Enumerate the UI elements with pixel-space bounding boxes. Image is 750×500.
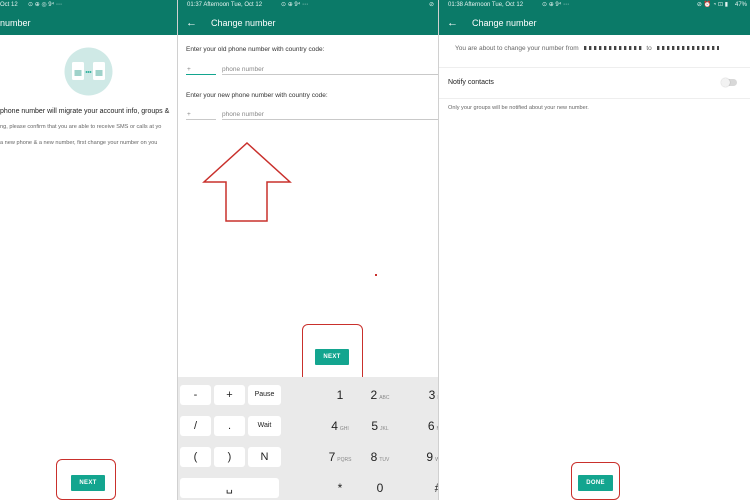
panel-enter-numbers: 01:37 Afternoon Tue, Oct 12 ⊙ ⊕ 9⁴ ⋯ ⊘ ←… bbox=[177, 0, 438, 500]
keypad-digit[interactable]: 8 TUV bbox=[362, 447, 398, 467]
up-arrow-annotation bbox=[202, 141, 292, 222]
back-arrow-icon[interactable]: ← bbox=[447, 11, 458, 35]
status-system-icons: ⊘ ⏰ ◔ ⊡ ▮ bbox=[696, 2, 728, 8]
toggle-knob bbox=[721, 78, 730, 87]
about-text-1: You are about to change your number from bbox=[455, 45, 579, 52]
app-bar: number bbox=[0, 11, 177, 35]
next-button[interactable]: NEXT bbox=[71, 475, 105, 491]
panel-divider bbox=[177, 0, 178, 500]
next-button[interactable]: NEXT bbox=[315, 349, 349, 365]
divider bbox=[438, 67, 750, 68]
keypad-key[interactable]: ( bbox=[180, 447, 211, 467]
keypad-digit[interactable]: * bbox=[322, 478, 358, 498]
keypad-key[interactable]: / bbox=[180, 416, 211, 436]
divider bbox=[438, 98, 750, 99]
page-title: number bbox=[0, 18, 31, 28]
keypad-key[interactable]: Pause bbox=[248, 385, 281, 405]
groups-note: Only your groups will be notified about … bbox=[448, 105, 589, 111]
new-number-redacted bbox=[656, 46, 719, 51]
old-country-code-field[interactable]: + bbox=[186, 65, 216, 75]
panel-divider bbox=[438, 0, 439, 500]
sim-swap-icon bbox=[64, 47, 113, 96]
status-time: 01:37 Afternoon Tue, Oct 12 bbox=[187, 2, 263, 8]
old-phone-field[interactable]: phone number bbox=[222, 65, 438, 75]
keypad-digit[interactable]: 2 ABC bbox=[362, 385, 398, 405]
keypad-digit[interactable]: 0 bbox=[362, 478, 398, 498]
status-bar: Oct 12 ⊙ ⊕ ◎ 9⁴ ⋯ bbox=[0, 0, 177, 11]
new-number-label: Enter your new phone number with country… bbox=[186, 92, 328, 99]
app-bar: ← Change number bbox=[438, 11, 750, 35]
old-phone-placeholder: phone number bbox=[222, 66, 264, 73]
keypad-key[interactable]: . bbox=[214, 416, 245, 436]
battery-level: 47% bbox=[734, 2, 747, 8]
keypad-digit[interactable]: 4 GHI bbox=[322, 416, 358, 436]
notify-contacts-toggle[interactable] bbox=[720, 77, 740, 89]
status-right-icon: ⊘ bbox=[428, 2, 434, 8]
status-icons: ⊙ ⊕ ◎ 9⁴ ⋯ bbox=[28, 2, 62, 8]
status-time: 01:38 Afternoon Tue, Oct 12 bbox=[448, 2, 524, 8]
done-button[interactable]: DONE bbox=[578, 475, 613, 491]
intro-text-3: a new phone & a new number, first change… bbox=[0, 140, 158, 146]
keypad-digit[interactable]: # bbox=[420, 478, 438, 498]
keypad-digit[interactable]: 1 bbox=[322, 385, 358, 405]
status-time: Oct 12 bbox=[0, 2, 18, 8]
numeric-keyboard: -+Pause /.Wait ()N ␣ 12ABC 3DEF 4GHI5JKL 6MNO 7P… bbox=[177, 377, 438, 500]
keypad-key[interactable]: ) bbox=[214, 447, 245, 467]
keypad-key[interactable]: - bbox=[180, 385, 211, 405]
panel-confirm: 01:38 Afternoon Tue, Oct 12 ⊙ ⊕ 9⁴ ⋯ ⊘ ⏰… bbox=[438, 0, 750, 500]
app-bar: ← Change number bbox=[177, 11, 438, 35]
country-prefix: + bbox=[187, 66, 191, 73]
keypad-digit[interactable]: 3DEF bbox=[420, 385, 438, 405]
old-number-label: Enter your old phone number with country… bbox=[186, 46, 325, 53]
intro-text-1: phone number will migrate your account i… bbox=[0, 108, 170, 115]
new-phone-field[interactable]: phone number bbox=[222, 110, 438, 120]
keypad-key[interactable]: N bbox=[248, 447, 281, 467]
new-phone-placeholder: phone number bbox=[222, 111, 264, 118]
keypad-key[interactable]: ␣ bbox=[180, 478, 279, 498]
keypad-digit[interactable]: 5 JKL bbox=[362, 416, 398, 436]
status-bar: 01:37 Afternoon Tue, Oct 12 ⊙ ⊕ 9⁴ ⋯ ⊘ bbox=[177, 0, 438, 11]
keypad-digit[interactable]: 9WXYZ bbox=[420, 447, 438, 467]
panel-intro: Oct 12 ⊙ ⊕ ◎ 9⁴ ⋯ number phone number wi… bbox=[0, 0, 177, 500]
status-icons: ⊙ ⊕ 9⁴ ⋯ bbox=[281, 2, 308, 8]
intro-text-2: ng, please confirm that you are able to … bbox=[0, 124, 162, 130]
keypad-digit[interactable]: 6MNO bbox=[420, 416, 438, 436]
status-bar: 01:38 Afternoon Tue, Oct 12 ⊙ ⊕ 9⁴ ⋯ ⊘ ⏰… bbox=[438, 0, 750, 11]
old-number-redacted bbox=[583, 46, 642, 51]
about-text-2: to bbox=[646, 45, 652, 52]
keypad-digit[interactable]: 7 PQRS bbox=[322, 447, 358, 467]
page-title: Change number bbox=[472, 18, 537, 28]
status-icons: ⊙ ⊕ 9⁴ ⋯ bbox=[542, 2, 569, 8]
keypad-key[interactable]: + bbox=[214, 385, 245, 405]
page-title: Change number bbox=[211, 18, 276, 28]
back-arrow-icon[interactable]: ← bbox=[186, 11, 197, 35]
new-country-code-field[interactable]: + bbox=[186, 110, 216, 120]
red-dot-mark bbox=[375, 274, 377, 276]
screenshot-collage: Oct 12 ⊙ ⊕ ◎ 9⁴ ⋯ number phone number wi… bbox=[0, 0, 750, 500]
number-change-summary: You are about to change your number from… bbox=[455, 45, 719, 52]
notify-contacts-label: Notify contacts bbox=[448, 79, 494, 86]
country-prefix: + bbox=[187, 111, 191, 118]
keypad-key[interactable]: Wait bbox=[248, 416, 281, 436]
